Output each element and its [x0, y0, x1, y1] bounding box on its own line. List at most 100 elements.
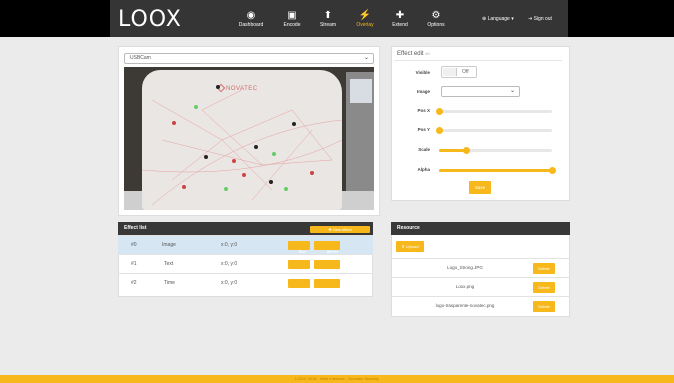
edit-label: Edit	[299, 287, 306, 292]
dashboard-icon: ◉	[246, 10, 256, 21]
nav-dashboard-label: Dashboard	[238, 22, 264, 28]
effect-row[interactable]: #2 Time x:0, y:0 ✎ Edit ✕ Delete	[118, 273, 373, 292]
new-effect-button[interactable]: ✚ New effect	[310, 226, 370, 233]
puzzle-icon: ✚	[395, 10, 405, 21]
effect-row[interactable]: #1 Text x:0, y:0 ✎ Edit ✕ Delete	[118, 254, 373, 273]
chevron-down-icon: ⌄	[509, 88, 515, 94]
alpha-slider[interactable]	[439, 167, 556, 174]
footer: LOOX 2016 - Web Interface - Novatec Secu…	[0, 375, 674, 383]
delete-button[interactable]: ✕ Delete	[314, 260, 340, 273]
preview-brand-text: NOVATEC	[226, 86, 258, 92]
posy-slider[interactable]	[436, 127, 552, 134]
visible-label: Visible	[415, 70, 430, 75]
preview-dot	[272, 152, 276, 156]
nav-extend[interactable]: ✚ Extend	[382, 9, 418, 28]
scale-slider[interactable]	[439, 147, 552, 154]
delete-button[interactable]: ✕ Delete	[314, 241, 340, 254]
nav-stream[interactable]: ⬆ Stream	[310, 9, 346, 28]
preview-dot	[182, 185, 186, 189]
preview-dot	[232, 159, 236, 163]
upload-button[interactable]: ⬆ Upload	[396, 241, 424, 252]
effect-edit-title: Effect edit #0	[397, 51, 430, 57]
delete-button[interactable]: ✕ Delete	[314, 279, 340, 292]
upload-icon: ⬆	[323, 10, 333, 21]
camera-source-value: USBCam	[130, 55, 151, 61]
camera-preview: NOVATEC	[124, 67, 374, 210]
wand-icon: ⚡	[358, 10, 372, 21]
chevron-down-icon: ⌄	[363, 55, 369, 61]
toggle-knob	[443, 68, 457, 76]
nav-dashboard[interactable]: ◉ Dashboard	[233, 9, 269, 28]
effect-row-id: #2	[131, 280, 137, 286]
nav-extend-label: Extend	[392, 22, 408, 28]
alpha-label: Alpha	[417, 167, 430, 172]
nav-encode[interactable]: ▣ Encode	[274, 9, 310, 28]
nav-overlay[interactable]: ⚡ Overlay	[347, 9, 383, 28]
nav-stream-label: Stream	[319, 22, 337, 28]
navbar-inner: LOOX ◉ Dashboard ▣ Encode ⬆ Stream ⚡ Ove…	[110, 0, 568, 37]
effect-row[interactable]: #0 Image x:0, y:0 ✎ Edit ✕ Delete	[118, 235, 373, 254]
effect-row-id: #0	[131, 242, 137, 248]
caret-down-icon: ▾	[509, 16, 514, 22]
preview-dot	[292, 122, 296, 126]
posx-slider-thumb[interactable]	[436, 108, 443, 115]
effect-edit-title-text: Effect edit	[397, 51, 424, 57]
resource-delete-button[interactable]: Delete	[533, 282, 555, 293]
resource-row: Logo_Strong.JPG Delete	[391, 258, 570, 276]
language-label: Language	[487, 16, 510, 22]
resource-header: Resource	[391, 222, 570, 235]
posx-slider[interactable]	[436, 108, 552, 115]
resource-filename: Logo_Strong.JPG	[447, 265, 483, 270]
language-menu[interactable]: ⊕ Language ▾	[482, 16, 514, 22]
posy-label: Pos Y	[417, 127, 430, 132]
posy-slider-thumb[interactable]	[436, 127, 443, 134]
image-label: Image	[416, 89, 430, 94]
delete-label: Delete	[327, 287, 339, 292]
effect-row-id: #1	[131, 261, 137, 267]
preview-dot	[284, 187, 288, 191]
gears-icon: ⚙	[431, 10, 441, 21]
top-navbar: LOOX ◉ Dashboard ▣ Encode ⬆ Stream ⚡ Ove…	[0, 0, 674, 37]
signout-label: Sign out	[533, 16, 552, 22]
save-button[interactable]: Save	[469, 181, 491, 194]
resource-filename: Loxx.png	[455, 284, 475, 289]
preview-dot	[172, 121, 176, 125]
nav-options[interactable]: ⚙ Options	[418, 9, 454, 28]
camera-source-select[interactable]: USBCam ⌄	[124, 53, 374, 64]
upload-label: Upload	[405, 244, 419, 249]
effect-row-pos: x:0, y:0	[221, 242, 238, 248]
effect-row-type: Time	[164, 280, 175, 286]
resource-delete-button[interactable]: Delete	[533, 263, 555, 274]
nav-options-label: Options	[427, 22, 445, 28]
visible-toggle-text: Off	[462, 69, 469, 75]
new-effect-label: New effect	[332, 227, 352, 232]
divider	[394, 60, 562, 61]
resource-row: Loxx.png Delete	[391, 277, 570, 295]
image-select[interactable]: ⌄	[441, 86, 520, 97]
app-logo[interactable]: LOOX	[118, 7, 182, 32]
edit-button[interactable]: ✎ Edit	[288, 260, 310, 273]
nav-overlay-label: Overlay	[356, 22, 374, 28]
preview-dot	[194, 105, 198, 109]
alpha-slider-thumb[interactable]	[549, 167, 556, 174]
signout-link[interactable]: ⇥ Sign out	[528, 16, 552, 22]
edit-button[interactable]: ✎ Edit	[288, 279, 310, 292]
preview-dot	[242, 173, 246, 177]
effect-row-pos: x:0, y:0	[221, 280, 238, 286]
posx-label: Pos X	[417, 108, 430, 113]
edit-button[interactable]: ✎ Edit	[288, 241, 310, 254]
resource-row: logo-trasparente-novatec.png Delete	[391, 296, 570, 314]
preview-dot	[310, 171, 314, 175]
effect-edit-subtitle: #0	[425, 51, 430, 56]
effect-row-pos: x:0, y:0	[221, 261, 238, 267]
visible-toggle[interactable]: Off	[441, 66, 477, 78]
preview-dot	[269, 180, 273, 184]
effect-row-type: Text	[164, 261, 174, 267]
preview-dot	[254, 145, 258, 149]
resource-delete-button[interactable]: Delete	[533, 301, 555, 312]
effect-row-type: Image	[162, 242, 176, 248]
preview-dot	[216, 85, 220, 89]
preview-dot	[204, 155, 208, 159]
scale-slider-fill	[439, 149, 467, 152]
scale-label: Scale	[418, 147, 430, 152]
